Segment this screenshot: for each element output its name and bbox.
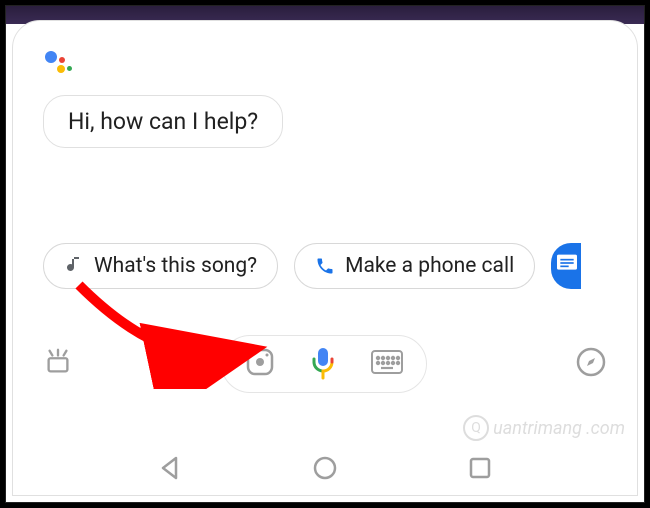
chip-send-message[interactable] [551,243,581,289]
nav-recent-button[interactable] [467,455,493,485]
mic-icon[interactable] [310,346,336,382]
explore-icon[interactable] [575,346,607,382]
chip-make-phone-call[interactable]: Make a phone call [294,243,535,289]
updates-icon[interactable] [43,347,73,381]
watermark: Q uantrimang.com [463,415,625,441]
assistant-card: Hi, how can I help? What's this song? Ma… [12,20,638,496]
lens-icon[interactable] [244,346,276,382]
android-nav-bar [13,455,637,485]
assistant-logo [45,51,73,77]
message-icon [557,254,577,278]
nav-home-button[interactable] [312,455,338,485]
logo-dot-blue [45,51,57,63]
bottom-row [13,335,637,393]
music-note-icon [64,256,84,276]
input-pill [221,335,427,393]
frame: Hi, how can I help? What's this song? Ma… [5,5,645,503]
keyboard-icon[interactable] [370,349,404,379]
greeting-text: Hi, how can I help? [68,108,258,135]
suggestion-chips-row: What's this song? Make a phone call [43,243,637,289]
greeting-bubble: Hi, how can I help? [43,95,283,148]
watermark-text: uantrimang [493,418,582,439]
chip-whats-this-song[interactable]: What's this song? [43,243,278,289]
logo-dot-red [59,57,65,63]
nav-back-button[interactable] [157,455,183,485]
logo-dot-yellow [57,65,65,73]
logo-dot-green [67,66,72,71]
watermark-suffix: .com [586,418,625,439]
chip-label: What's this song? [94,254,257,278]
watermark-q-icon: Q [463,415,489,441]
chip-label: Make a phone call [345,254,514,278]
phone-icon [315,256,335,276]
